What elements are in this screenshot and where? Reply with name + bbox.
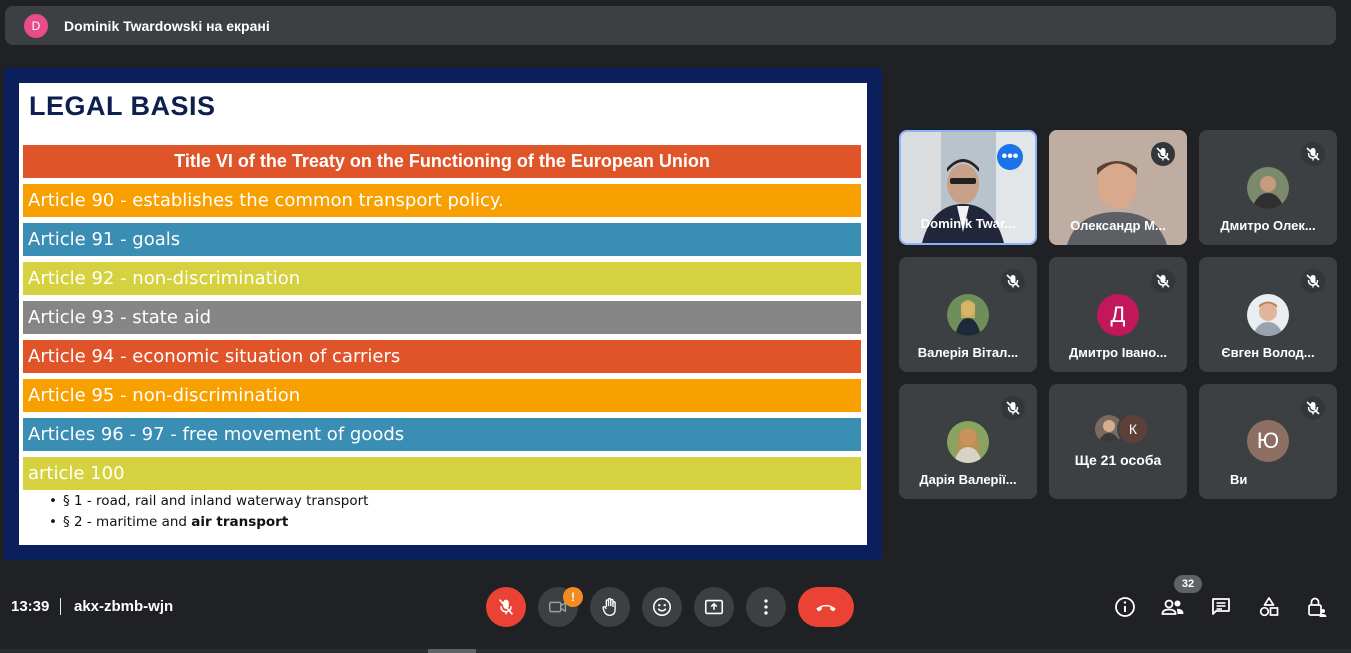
bottom-scroll-thumb[interactable] [428, 649, 476, 653]
mic-off-icon [1301, 269, 1325, 293]
participant-avatar [947, 421, 989, 463]
self-tile[interactable]: Ю Ви [1199, 384, 1337, 499]
chat-icon [1212, 598, 1230, 615]
present-screen-button[interactable] [694, 587, 734, 627]
slide-title: LEGAL BASIS [29, 91, 216, 121]
shapes-icon [1259, 597, 1279, 617]
mic-off-icon [1001, 396, 1025, 420]
participant-avatar: К [1117, 413, 1149, 445]
presenter-avatar: D [24, 13, 48, 38]
slide-row: Article 90 - establishes the common tran… [23, 184, 861, 217]
meeting-details-button[interactable] [1112, 594, 1138, 620]
reactions-button[interactable] [642, 587, 682, 627]
bullet-text: § 1 - road, rail and inland waterway tra… [62, 493, 369, 509]
slide-bullets: § 1 - road, rail and inland waterway tra… [49, 491, 369, 533]
participant-tile[interactable]: Олександр М... [1049, 130, 1187, 245]
mic-off-icon [498, 599, 514, 615]
participant-name: Олександр М... [1070, 218, 1166, 233]
lock-person-icon [1308, 597, 1327, 617]
participant-name: Дмитро Івано... [1068, 345, 1168, 360]
chat-button[interactable] [1208, 594, 1234, 620]
leave-call-button[interactable] [798, 587, 854, 627]
slide-row: Article 91 - goals [23, 223, 861, 256]
mic-off-icon [1001, 269, 1025, 293]
hand-icon [602, 597, 616, 616]
slide-header-row: Title VI of the Treaty on the Functionin… [23, 145, 861, 178]
microphone-toggle-button[interactable] [486, 587, 526, 627]
more-participants-tile[interactable]: К Ще 21 особа [1049, 384, 1187, 499]
info-icon [1115, 597, 1135, 617]
slide-row: Article 94 - economic situation of carri… [23, 340, 861, 373]
participant-tile[interactable]: Валерія Вітал... [899, 257, 1037, 372]
participant-name: Євген Волод... [1221, 345, 1315, 360]
more-vert-icon [764, 599, 768, 615]
people-button[interactable] [1160, 594, 1186, 620]
participant-avatar [1247, 294, 1289, 336]
participant-name: Валерія Вітал... [917, 345, 1019, 360]
participant-tile[interactable]: Євген Волод... [1199, 257, 1337, 372]
mic-off-icon [1151, 269, 1175, 293]
meeting-code: akx-zbmb-wjn [74, 598, 174, 615]
presentation-stage[interactable]: LEGAL BASIS Title VI of the Treaty on th… [4, 68, 882, 560]
divider [60, 598, 61, 615]
mic-off-icon [1301, 142, 1325, 166]
activities-button[interactable] [1256, 594, 1282, 620]
participant-tile[interactable]: Дмитро Олек... [1199, 130, 1337, 245]
more-options-icon[interactable]: ••• [997, 144, 1023, 170]
raise-hand-button[interactable] [590, 587, 630, 627]
participant-name: Дарія Валерії... [919, 472, 1017, 487]
participant-tile[interactable]: ••• Dominik Twar... [899, 130, 1037, 245]
presenter-banner-text: Dominik Twardowski на екрані [64, 17, 270, 34]
hang-up-icon [816, 604, 836, 612]
participant-name: Dominik Twar... [920, 216, 1016, 231]
participant-tile[interactable]: Д Дмитро Івано... [1049, 257, 1187, 372]
people-icon [1161, 599, 1184, 615]
host-controls-button[interactable] [1304, 594, 1330, 620]
participant-tile[interactable]: Дарія Валерії... [899, 384, 1037, 499]
more-participants-label: Ще 21 особа [1074, 452, 1162, 468]
bullet-item: § 2 - maritime and air transport [49, 512, 368, 533]
emoji-icon [652, 597, 672, 617]
mic-off-icon [1301, 396, 1325, 420]
present-icon [704, 599, 724, 615]
camera-warning-badge: ! [563, 587, 583, 607]
participant-avatar: Ю [1247, 420, 1289, 462]
more-options-button[interactable] [746, 587, 786, 627]
participant-count-badge: 32 [1174, 575, 1202, 593]
mic-off-icon [1151, 142, 1175, 166]
slide: LEGAL BASIS Title VI of the Treaty on th… [19, 83, 867, 545]
bottom-scroll-track [0, 649, 1351, 653]
slide-row: article 100 [23, 457, 861, 490]
presenter-banner: D Dominik Twardowski на екрані [5, 6, 1336, 45]
slide-row: Article 93 - state aid [23, 301, 861, 334]
slide-row: Article 95 - non-discrimination [23, 379, 861, 412]
participant-name: Ви [1230, 472, 1248, 487]
participant-avatar [947, 294, 989, 336]
clock: 13:39 [11, 598, 50, 615]
participant-avatar [1247, 167, 1289, 209]
bullet-item: § 1 - road, rail and inland waterway tra… [49, 491, 369, 512]
slide-row: Articles 96 - 97 - free movement of good… [23, 418, 861, 451]
bullet-text: § 2 - maritime and [62, 514, 192, 530]
participant-avatar: Д [1097, 294, 1139, 336]
bullet-bold-text: air transport [191, 514, 289, 530]
slide-row: Article 92 - non-discrimination [23, 262, 861, 295]
participant-name: Дмитро Олек... [1220, 218, 1316, 233]
